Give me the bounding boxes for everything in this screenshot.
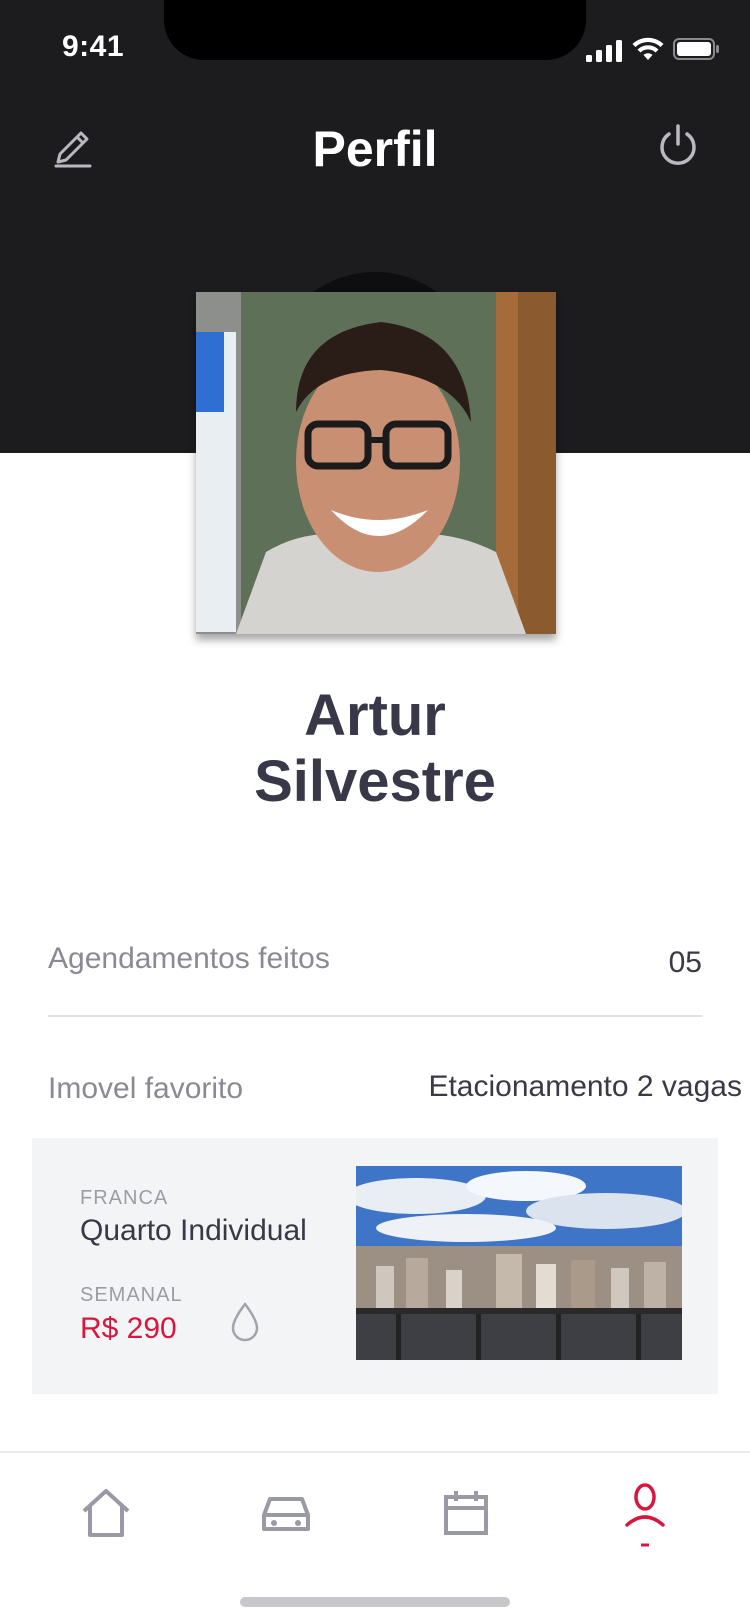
- calendar-icon: [444, 1491, 488, 1535]
- avatar[interactable]: [196, 292, 556, 634]
- favorite-label: Imovel favorito: [48, 1072, 244, 1105]
- page-title: Perfil: [312, 121, 438, 177]
- favorite-value: Etacionamento 2 vagas: [428, 1070, 742, 1103]
- home-icon: [82, 1489, 130, 1537]
- user-name: Artur Silvestre: [0, 683, 750, 815]
- user-last-name: Silvestre: [254, 749, 496, 814]
- bookings-row: Agendamentos feitos 05: [48, 942, 702, 982]
- divider: [48, 1015, 702, 1017]
- cellular-signal-icon: [586, 40, 622, 62]
- drop-icon[interactable]: [228, 1300, 262, 1342]
- battery-icon: [673, 38, 719, 60]
- avatar-photo: [196, 292, 556, 634]
- tab-profile[interactable]: [615, 1479, 675, 1555]
- user-first-name: Artur: [304, 683, 446, 748]
- logout-power-button[interactable]: [654, 122, 702, 170]
- favorite-property-card[interactable]: FRANCA Quarto Individual SEMANAL R$ 290: [32, 1138, 718, 1394]
- tab-calendar[interactable]: [436, 1483, 496, 1543]
- bookings-label: Agendamentos feitos: [48, 942, 330, 975]
- bookings-count: 05: [668, 946, 702, 979]
- home-indicator: [240, 1597, 510, 1607]
- property-city: FRANCA: [80, 1187, 169, 1209]
- price-period: SEMANAL: [80, 1284, 183, 1306]
- tab-home[interactable]: [76, 1483, 136, 1543]
- status-time: 9:41: [62, 30, 125, 63]
- profile-icon: [625, 1483, 665, 1547]
- device-notch: [164, 0, 586, 60]
- wifi-icon: [632, 37, 664, 60]
- favorite-row: Imovel favorito Etacionamento 2 vagas: [48, 1070, 742, 1110]
- property-photo: [356, 1166, 682, 1360]
- car-icon: [262, 1497, 310, 1531]
- status-bar: 9:41: [0, 0, 750, 90]
- property-title: Quarto Individual: [80, 1214, 307, 1247]
- tab-parking[interactable]: [256, 1483, 316, 1543]
- property-price: R$ 290: [80, 1312, 177, 1345]
